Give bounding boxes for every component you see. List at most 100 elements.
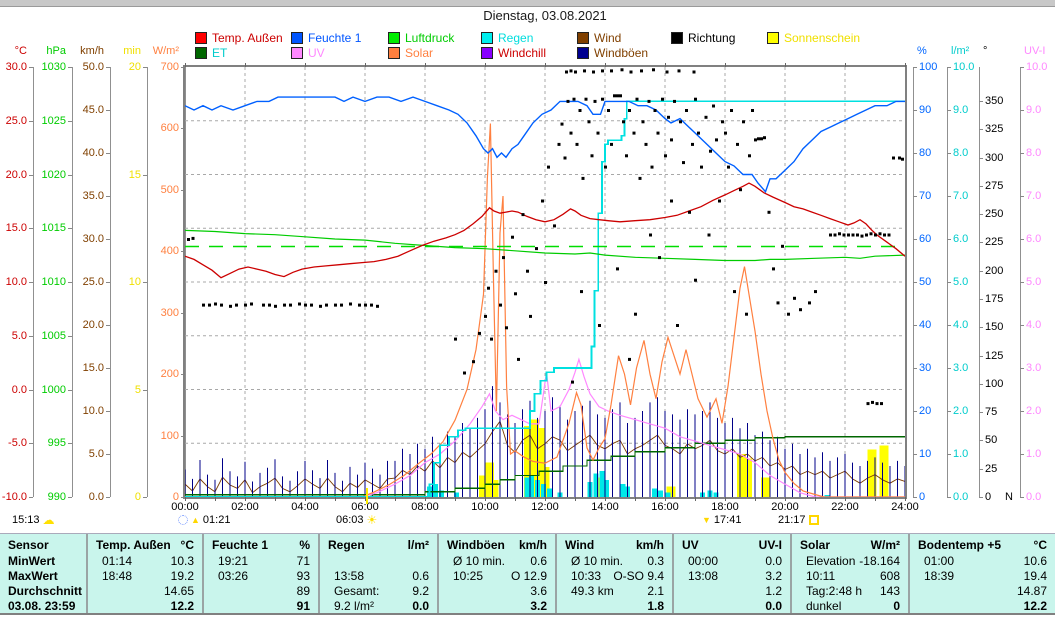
series-richtung: [694, 278, 697, 282]
table-row-label: MinWert: [0, 553, 86, 568]
series-richtung: [229, 304, 232, 308]
axis-unit-min: min: [123, 45, 141, 57]
cell-value: 0.3: [647, 553, 664, 568]
table-row: 0.0: [674, 598, 792, 613]
cell-value: 14.87: [1016, 583, 1047, 598]
series-richtung: [191, 236, 195, 240]
series-richtung: [874, 233, 877, 237]
axis-tick-label: 20: [919, 405, 932, 417]
cell-value: 3.2: [530, 598, 547, 613]
series-richtung: [754, 138, 757, 142]
cell-value: 3.6: [530, 583, 547, 598]
table-column-uv: UV UV-I 00:00 0.0 13:08 3.2 1.2 0.0: [672, 534, 792, 613]
cell-value: 10.6: [1023, 553, 1047, 568]
cell-value: O-SO 9.4: [613, 568, 664, 583]
legend-item-sonnenschein: Sonnenschein: [767, 31, 860, 45]
axis-tick: [913, 67, 917, 68]
cell-value: 0.6: [530, 553, 547, 568]
series-regen: [652, 488, 657, 497]
series-richtung: [718, 199, 721, 203]
x-axis-tick-top: [185, 63, 186, 67]
cell-left: 9.2 l/m²: [334, 598, 375, 613]
axis-tick-label: 9.0: [1026, 104, 1042, 116]
cell-value: 608: [879, 568, 900, 583]
series-richtung: [676, 324, 679, 327]
series-richtung: [202, 303, 205, 307]
table-row: [320, 553, 439, 568]
table-row: 18:48 19.2: [88, 568, 204, 583]
series-richtung: [901, 157, 904, 161]
table-header: Solar W/m²: [792, 537, 910, 552]
legend-swatch-regen: [481, 32, 493, 44]
series-richtung: [376, 304, 379, 308]
table-row: Elevation -18.164: [792, 553, 910, 568]
cell-left: Elevation: [806, 553, 856, 568]
axis-tick-label: 9.0: [953, 104, 969, 116]
axis-tick: [913, 110, 917, 111]
series-richtung: [511, 235, 514, 239]
series-richtung: [712, 104, 715, 108]
series-richtung: [590, 154, 594, 158]
axis-unit-l-m: l/m²: [951, 45, 970, 57]
series-richtung: [793, 296, 796, 300]
series-richtung: [514, 292, 517, 296]
table-row: 1.8: [557, 598, 674, 613]
axis-unit-: °: [983, 45, 988, 57]
moonset-arrow-icon: ▼: [702, 514, 711, 525]
series-richtung: [616, 267, 619, 271]
table-row: Tag:2:48 h 143: [792, 583, 910, 598]
axis-tick: [1020, 282, 1024, 283]
series-solar: [361, 123, 905, 497]
axis-tick: [979, 100, 983, 102]
table-row: 13:58 0.6: [320, 568, 439, 583]
series-richtung: [319, 304, 322, 308]
x-axis-tick: [665, 497, 666, 501]
axis-tick: [68, 120, 72, 122]
x-axis-tick-top: [365, 63, 366, 67]
axis-tick-label: 70: [919, 190, 932, 202]
series-richtung: [730, 109, 733, 112]
axis-tick-label: 50: [919, 276, 932, 288]
cell-value: 0.0: [412, 598, 429, 613]
axis-tick: [947, 411, 951, 412]
axis-tick: [913, 239, 917, 240]
x-axis-tick-top: [665, 63, 666, 67]
series-richtung: [649, 233, 652, 237]
series-richtung: [697, 131, 700, 135]
axis-tick-label: 25: [985, 462, 998, 475]
series-richtung: [463, 371, 466, 375]
axis-line-: [979, 67, 980, 497]
axis-tick-label: 6.0: [1026, 233, 1042, 245]
series-richtung: [521, 213, 525, 217]
column-title: Temp. Außen: [96, 537, 171, 552]
axis-tick: [106, 368, 110, 369]
column-unit: °C: [1033, 537, 1047, 552]
series-richtung: [670, 138, 673, 142]
series-richtung: [472, 360, 475, 364]
series-richtung: [628, 357, 631, 361]
axis-tick: [947, 67, 951, 68]
series-richtung: [682, 161, 685, 165]
table-row: 10:25 O 12.9: [439, 568, 557, 583]
series-richtung: [851, 233, 855, 237]
x-axis-tick: [785, 497, 786, 501]
cell-value: O 12.9: [510, 568, 547, 583]
axis-tick-label: 5.0: [88, 448, 104, 460]
series-richtung: [808, 301, 811, 305]
series-richtung: [647, 99, 651, 103]
x-axis-tick: [215, 497, 216, 501]
series-richtung: [262, 303, 265, 307]
series-richtung: [661, 97, 664, 101]
series-richtung: [478, 331, 481, 335]
table-row: 10:11 608: [792, 568, 910, 583]
series-richtung: [721, 120, 724, 124]
series-richtung: [268, 303, 271, 307]
x-axis-label: 02:00: [231, 501, 259, 513]
table-row: 12.2: [910, 598, 1055, 613]
chart-plot-area[interactable]: [185, 67, 905, 497]
row-label-text: Sensor: [8, 537, 49, 552]
cell-left: Ø 10 min.: [453, 553, 506, 568]
series-richtung: [208, 303, 211, 307]
legend-label: Temp. Außen: [212, 31, 283, 45]
table-header: Wind km/h: [557, 537, 674, 552]
